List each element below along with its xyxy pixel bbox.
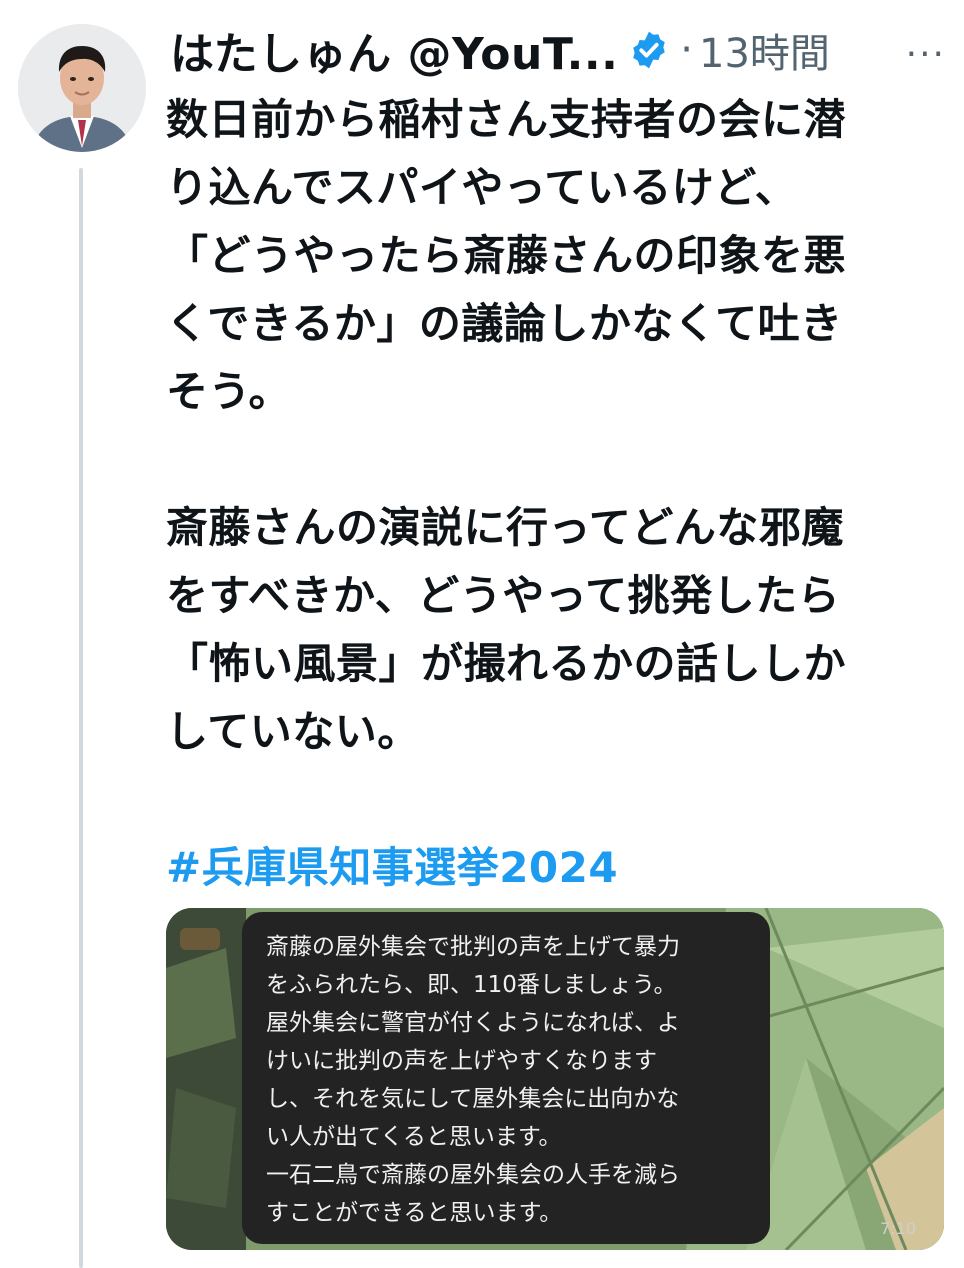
more-icon[interactable]: ··· (906, 34, 946, 75)
text-line: していない。 (166, 707, 420, 756)
hashtag-link[interactable]: #兵庫県知事選挙2024 (166, 834, 956, 902)
text-line: をすべきか、どうやって挑発したら (166, 571, 841, 620)
avatar[interactable] (18, 24, 146, 152)
tweet-header: はたしゅん @YouT... · 13時間 ··· (170, 14, 950, 86)
message-line: 斎藤の屋外集会で批判の声を上げて暴力 (266, 934, 680, 960)
attached-image[interactable]: 斎藤の屋外集会で批判の声を上げて暴力 をふられたら、即、110番しましょう。 屋… (166, 908, 944, 1250)
tweet-text: 数日前から稲村さん支持者の会に潜 り込んでスパイやっているけど、 「どうやったら… (166, 86, 956, 902)
chat-message-bubble: 斎藤の屋外集会で批判の声を上げて暴力 をふられたら、即、110番しましょう。 屋… (242, 912, 770, 1244)
message-line: い人が出てくると思います。 (266, 1124, 562, 1150)
text-line: り込んでスパイやっているけど、 (166, 163, 798, 212)
message-line: し、それを気にして屋外集会に出向かな (266, 1086, 680, 1112)
avatar-photo (18, 24, 146, 152)
text-line: そう。 (166, 367, 291, 416)
text-line: 「どうやったら斎藤さんの印象を悪 (166, 231, 847, 280)
text-line: 数日前から稲村さん支持者の会に潜 (166, 95, 847, 144)
text-line: くできるか」の議論しかなくて吐き (166, 299, 843, 348)
timestamp[interactable]: 13時間 (699, 21, 830, 79)
message-line: すことができると思います。 (266, 1200, 563, 1226)
text-line: 「怖い風景」が撮れるかの話ししか (166, 639, 847, 688)
message-line: 屋外集会に警官が付くようになれば、よ (266, 1010, 680, 1036)
message-time: 7:10 (880, 1219, 916, 1238)
display-name[interactable]: はたしゅん @YouT... (170, 18, 618, 82)
text-line: 斎藤さんの演説に行ってどんな邪魔 (166, 503, 844, 552)
message-line: をふられたら、即、110番しましょう。 (266, 972, 677, 998)
thread-line (79, 168, 83, 1268)
message-line: けいに批判の声を上げやすくなります (266, 1048, 657, 1074)
separator-dot: · (680, 27, 694, 73)
message-line: 一石二鳥で斎藤の屋外集会の人手を減ら (266, 1162, 680, 1188)
verified-badge-icon (633, 31, 666, 69)
